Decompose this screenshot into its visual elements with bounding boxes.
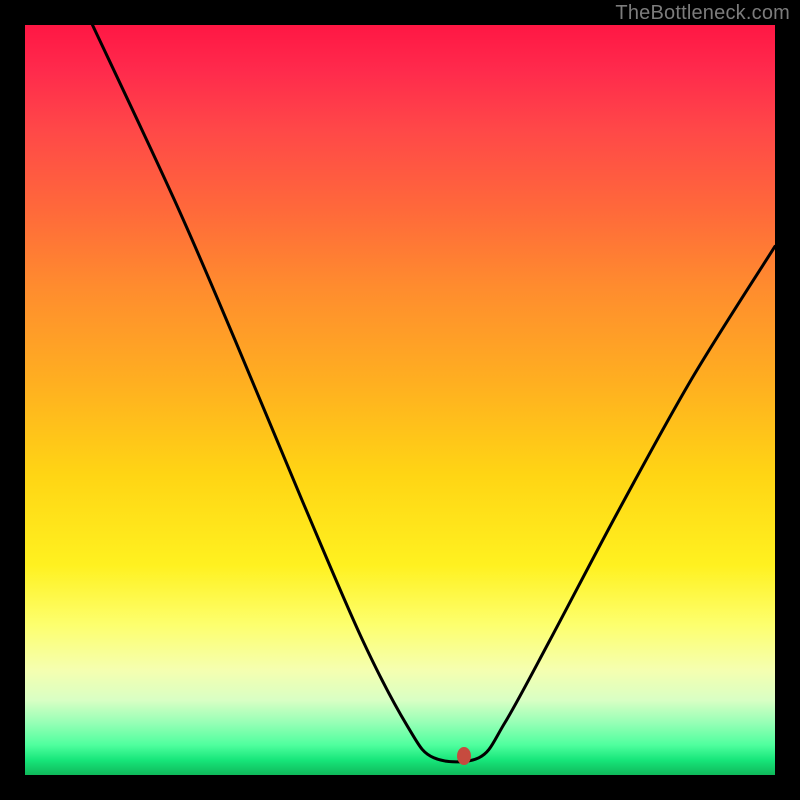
chart-frame: TheBottleneck.com [0, 0, 800, 800]
optimal-marker [457, 747, 471, 765]
bottleneck-curve [25, 25, 775, 775]
watermark-text: TheBottleneck.com [615, 2, 790, 25]
